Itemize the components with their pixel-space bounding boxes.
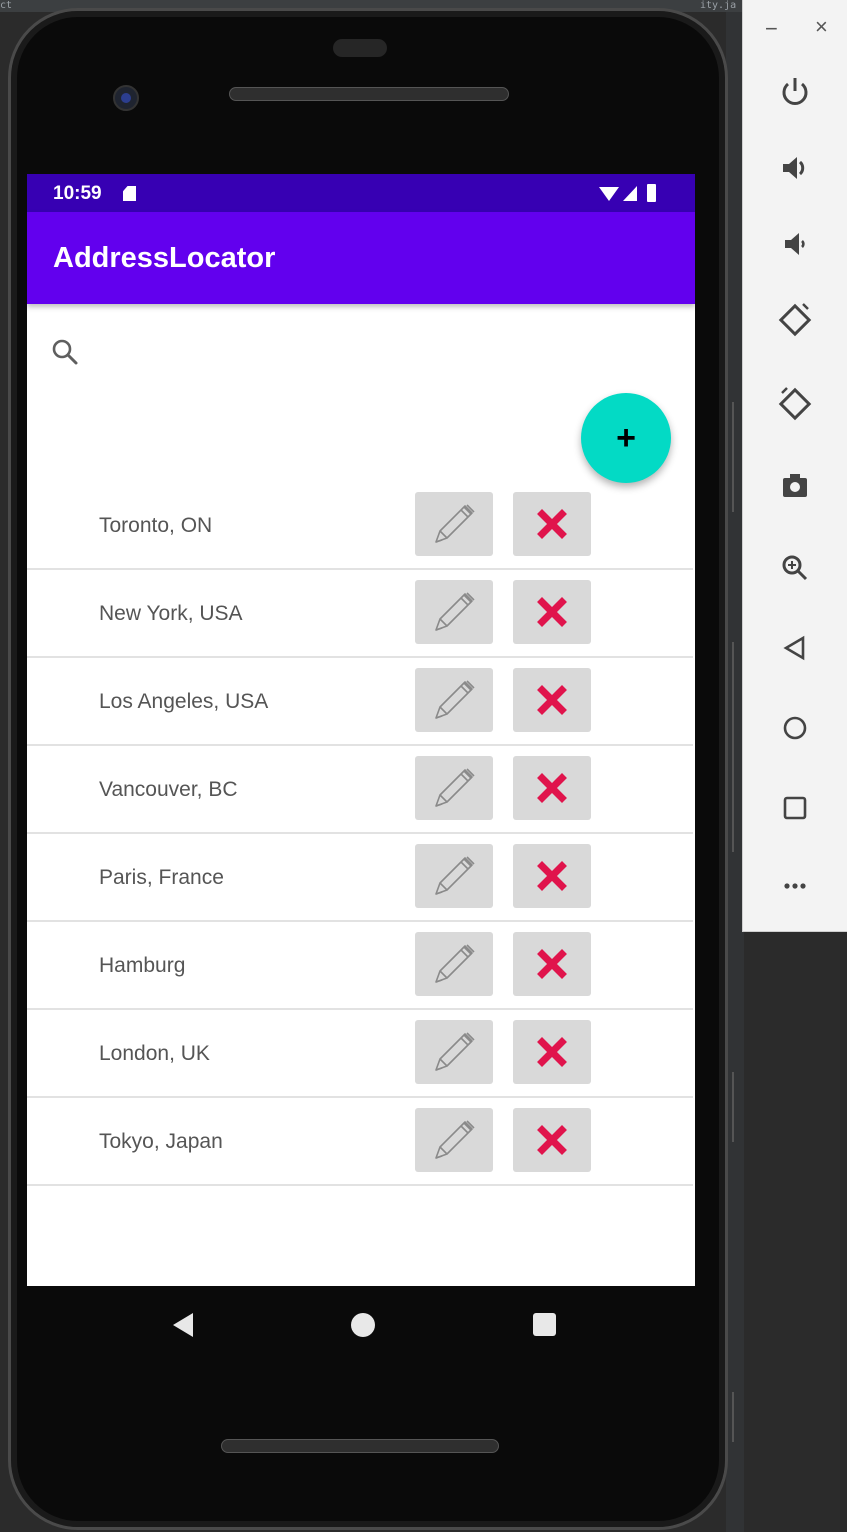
delete-address-button[interactable] xyxy=(513,492,591,556)
address-label: London, UK xyxy=(99,1042,210,1065)
navigation-bar xyxy=(27,1287,695,1379)
pencil-icon xyxy=(435,504,475,543)
edit-address-button[interactable] xyxy=(415,844,493,908)
list-item[interactable]: Los Angeles, USA xyxy=(27,658,693,746)
zoom-button[interactable] xyxy=(775,548,815,588)
x-icon xyxy=(537,509,567,539)
power-button[interactable] xyxy=(775,72,815,112)
search-icon[interactable] xyxy=(51,338,79,366)
delete-address-button[interactable] xyxy=(513,844,591,908)
more-button[interactable] xyxy=(775,866,815,906)
proximity-sensor xyxy=(333,39,387,57)
delete-address-button[interactable] xyxy=(513,1020,591,1084)
home-button[interactable] xyxy=(775,708,815,748)
nav-back-icon[interactable] xyxy=(173,1313,193,1337)
pencil-icon xyxy=(435,856,475,895)
x-icon xyxy=(537,773,567,803)
pencil-icon xyxy=(435,1120,475,1159)
back-triangle-icon xyxy=(783,635,805,661)
ide-code-fragment: ity.ja xyxy=(700,0,737,11)
zoom-in-icon xyxy=(782,555,808,581)
add-address-button[interactable]: + xyxy=(581,393,671,483)
wifi-icon xyxy=(599,187,619,201)
address-label: Hamburg xyxy=(99,954,186,977)
minimize-button[interactable]: − xyxy=(765,18,778,40)
battery-icon xyxy=(647,184,656,202)
power-icon xyxy=(782,78,808,105)
earpiece-speaker xyxy=(229,87,509,101)
back-button[interactable] xyxy=(775,628,815,668)
edit-address-button[interactable] xyxy=(415,580,493,644)
pencil-icon xyxy=(435,592,475,631)
sd-card-icon xyxy=(123,186,136,201)
rotate-left-button[interactable] xyxy=(775,300,815,340)
address-list: Toronto, ON New York, USA Los Angeles, USA… xyxy=(27,482,693,1186)
front-camera xyxy=(113,85,139,111)
volume-up-icon xyxy=(783,157,805,179)
pencil-icon xyxy=(435,944,475,983)
pencil-icon xyxy=(435,1032,475,1071)
bottom-speaker xyxy=(221,1439,499,1453)
volume-up-button[interactable] xyxy=(775,148,815,188)
pencil-icon xyxy=(435,768,475,807)
edit-address-button[interactable] xyxy=(415,756,493,820)
list-item[interactable]: Vancouver, BC xyxy=(27,746,693,834)
list-item[interactable]: Toronto, ON xyxy=(27,482,693,570)
list-item[interactable]: New York, USA xyxy=(27,570,693,658)
edit-address-button[interactable] xyxy=(415,1020,493,1084)
edit-address-button[interactable] xyxy=(415,492,493,556)
rotate-right-icon xyxy=(778,387,812,421)
list-item[interactable]: Hamburg xyxy=(27,922,693,1010)
emulator-toolbar: − × xyxy=(742,0,847,932)
list-item[interactable]: Tokyo, Japan xyxy=(27,1098,693,1186)
screenshot-button[interactable] xyxy=(775,466,815,506)
x-icon xyxy=(537,861,567,891)
delete-address-button[interactable] xyxy=(513,1108,591,1172)
nav-home-icon[interactable] xyxy=(351,1313,375,1337)
address-label: Toronto, ON xyxy=(99,514,213,537)
x-icon xyxy=(537,1125,567,1155)
more-dots-icon xyxy=(784,883,806,889)
x-icon xyxy=(537,949,567,979)
edit-address-button[interactable] xyxy=(415,932,493,996)
signal-icon xyxy=(623,186,637,201)
address-label: Vancouver, BC xyxy=(99,778,238,801)
edit-address-button[interactable] xyxy=(415,668,493,732)
status-bar: 10:59 xyxy=(27,174,695,212)
delete-address-button[interactable] xyxy=(513,580,591,644)
edit-address-button[interactable] xyxy=(415,1108,493,1172)
volume-down-button[interactable] xyxy=(775,224,815,264)
list-item[interactable]: Paris, France xyxy=(27,834,693,922)
rotate-left-icon xyxy=(778,303,812,337)
camera-icon xyxy=(783,474,807,497)
home-circle-icon xyxy=(783,716,807,740)
app-bar: AddressLocator xyxy=(27,212,695,304)
device-screen: 10:59 AddressLocator + Toronto, ON New Yo… xyxy=(27,174,695,1286)
close-button[interactable]: × xyxy=(815,16,828,38)
ide-code-fragment: ct xyxy=(0,0,13,11)
delete-address-button[interactable] xyxy=(513,756,591,820)
phone-frame: 10:59 AddressLocator + Toronto, ON New Yo… xyxy=(8,8,728,1530)
nav-recents-icon[interactable] xyxy=(533,1313,556,1336)
rotate-right-button[interactable] xyxy=(775,384,815,424)
delete-address-button[interactable] xyxy=(513,932,591,996)
overview-square-icon xyxy=(783,796,807,820)
pencil-icon xyxy=(435,680,475,719)
address-label: Los Angeles, USA xyxy=(99,690,269,713)
volume-down-icon xyxy=(785,233,805,255)
app-title: AddressLocator xyxy=(53,242,276,274)
status-time: 10:59 xyxy=(53,183,102,204)
overview-button[interactable] xyxy=(775,788,815,828)
list-item[interactable]: London, UK xyxy=(27,1010,693,1098)
address-label: Paris, France xyxy=(99,866,224,889)
x-icon xyxy=(537,685,567,715)
x-icon xyxy=(537,1037,567,1067)
x-icon xyxy=(537,597,567,627)
delete-address-button[interactable] xyxy=(513,668,591,732)
address-label: New York, USA xyxy=(99,602,243,625)
address-label: Tokyo, Japan xyxy=(99,1130,223,1153)
